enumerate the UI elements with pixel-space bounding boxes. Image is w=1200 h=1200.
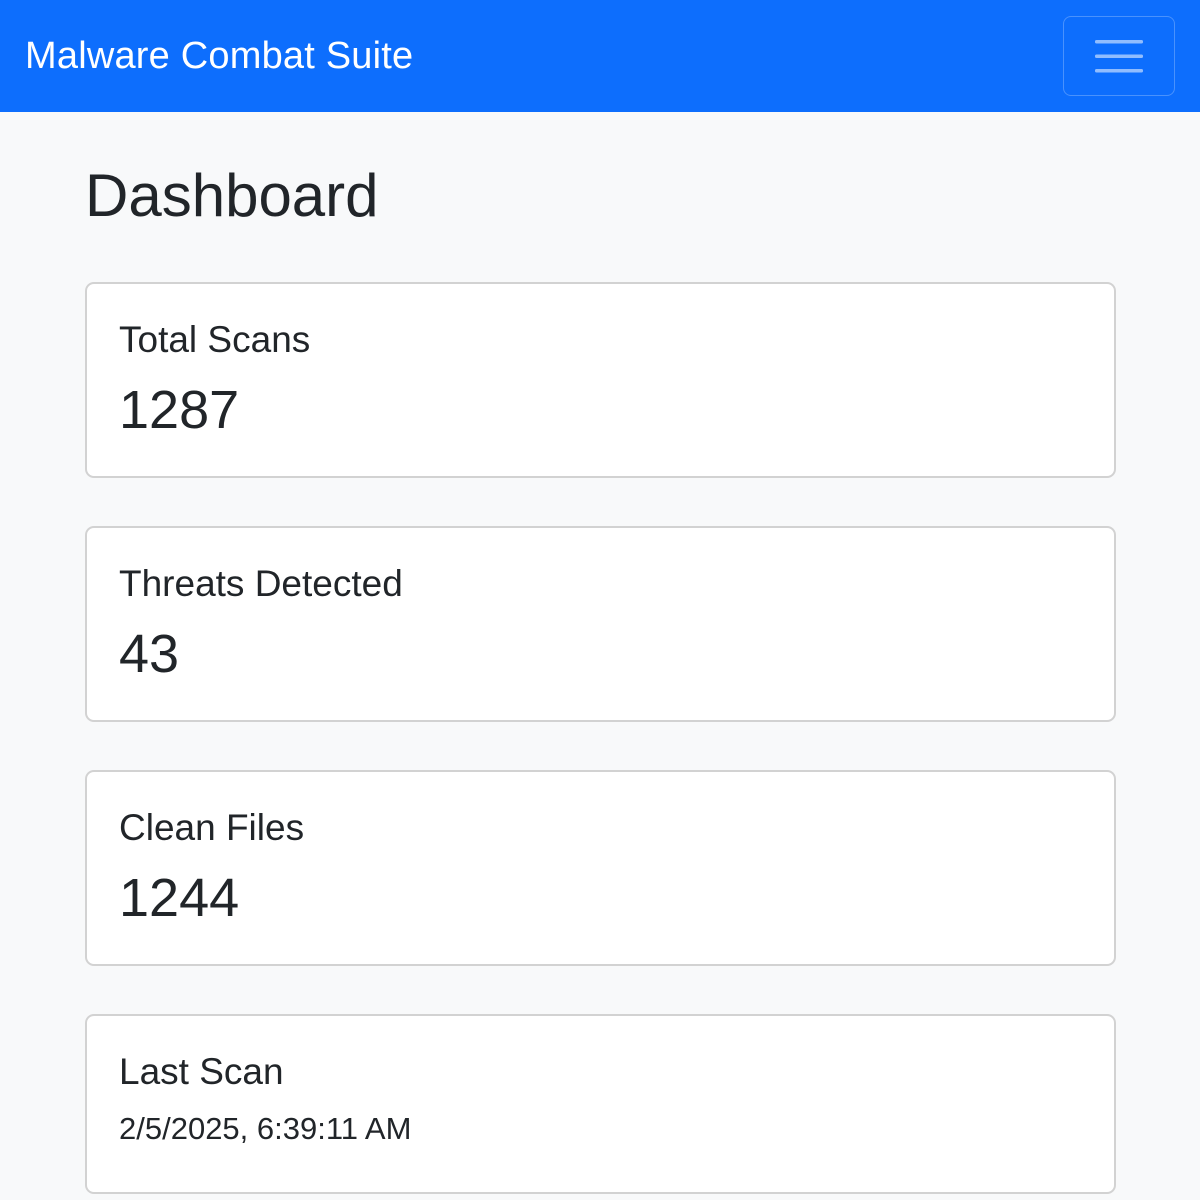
card-label: Threats Detected — [119, 563, 403, 604]
last-scan-timestamp: 2/5/2025, 6:39:11 AM — [119, 1111, 412, 1146]
hamburger-menu-icon — [1095, 40, 1143, 73]
last-scan-card: Last Scan 2/5/2025, 6:39:11 AM — [85, 1014, 1116, 1194]
page-title: Dashboard — [85, 162, 379, 229]
threats-detected-card: Threats Detected 43 — [85, 526, 1116, 722]
card-label: Last Scan — [119, 1051, 284, 1092]
top-navbar: Malware Combat Suite — [0, 0, 1200, 112]
clean-files-card: Clean Files 1244 — [85, 770, 1116, 966]
brand-link[interactable]: Malware Combat Suite — [25, 35, 413, 78]
threats-detected-value: 43 — [119, 624, 180, 684]
dashboard-main: Dashboard Total Scans 1287 Threats Detec… — [85, 112, 1116, 1194]
total-scans-value: 1287 — [119, 380, 240, 440]
card-label: Total Scans — [119, 319, 311, 360]
navbar-toggle-button[interactable] — [1063, 16, 1175, 96]
clean-files-value: 1244 — [119, 868, 240, 928]
card-label: Clean Files — [119, 807, 305, 848]
total-scans-card: Total Scans 1287 — [85, 282, 1116, 478]
